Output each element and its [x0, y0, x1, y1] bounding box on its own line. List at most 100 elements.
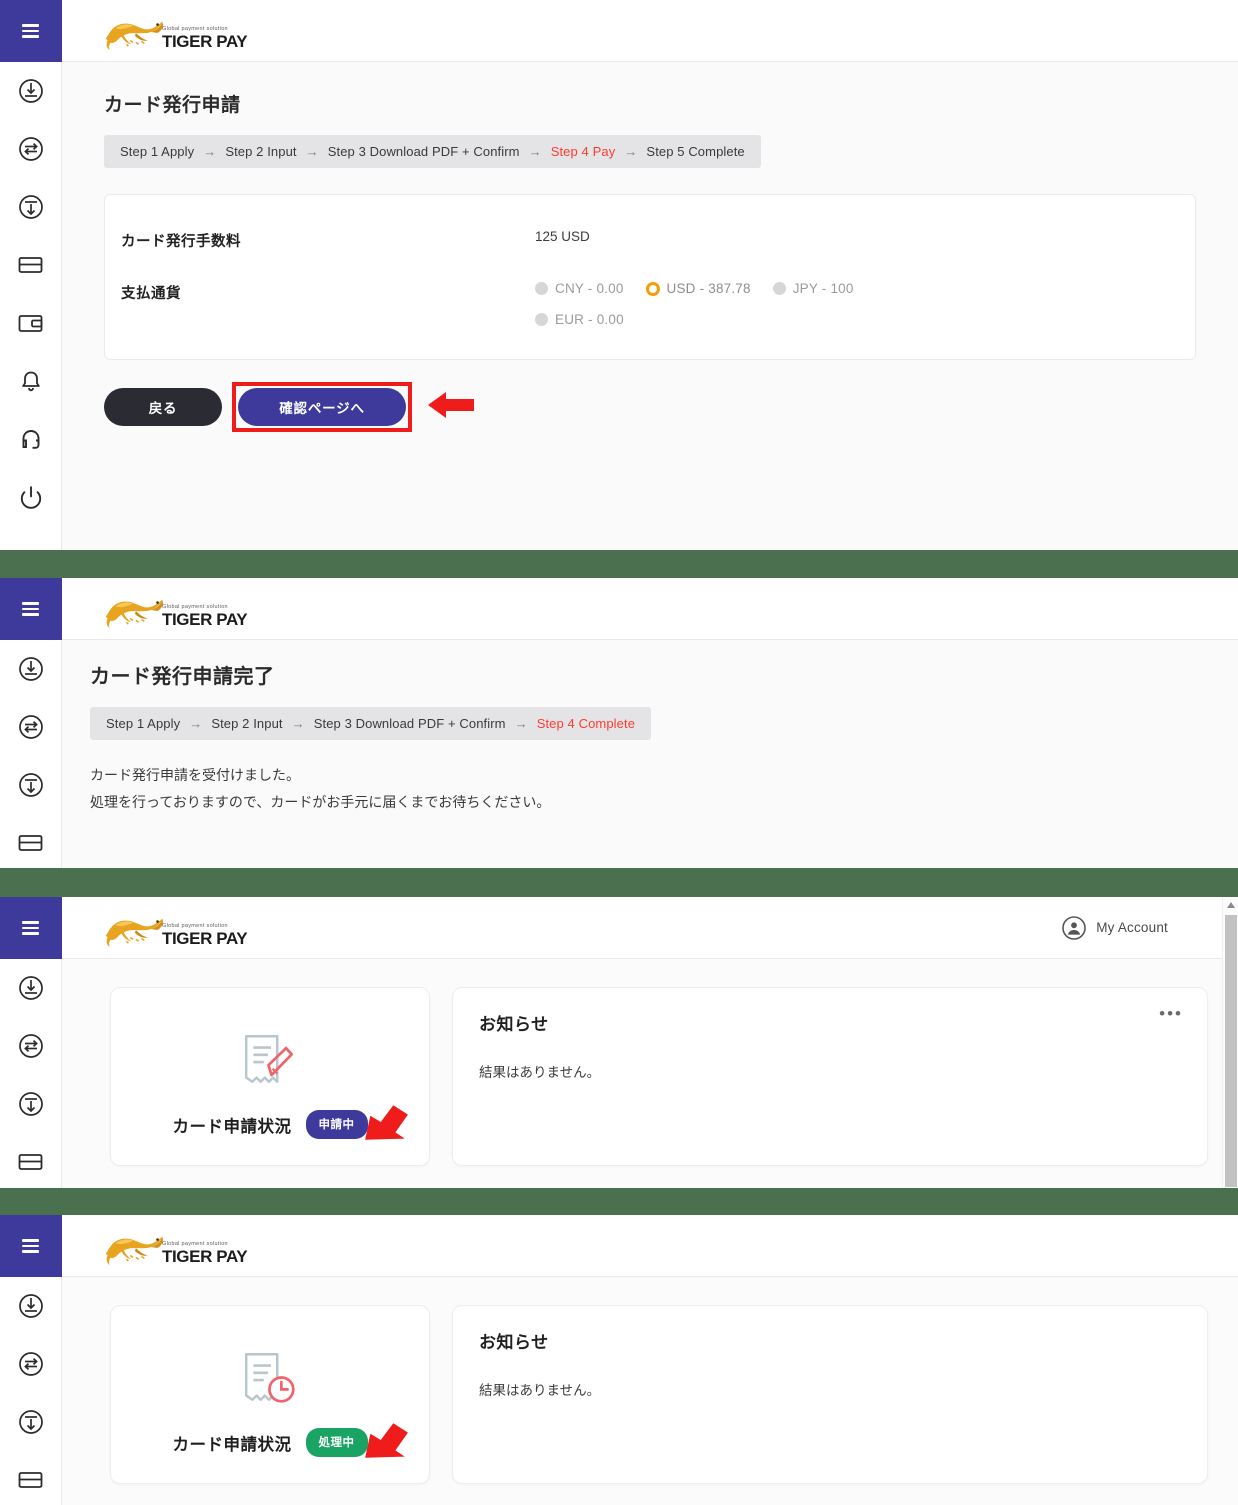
sidebar-item-withdraw[interactable]: [0, 1393, 62, 1451]
sidebar-item-deposit[interactable]: [0, 62, 62, 120]
sidebar-item-support[interactable]: [0, 410, 62, 468]
currency-option-label: JPY - 100: [792, 281, 854, 296]
sidebar-item-withdraw[interactable]: [0, 178, 62, 236]
brand-name: TIGER PAY: [162, 1246, 248, 1266]
step-label-current: Step 4 Pay: [550, 144, 616, 159]
topbar: Global payment solution TIGER PAY: [62, 1215, 1238, 1277]
topbar: Global payment solution TIGER PAY: [62, 578, 1238, 640]
sidebar: [0, 0, 62, 550]
hamburger-menu-icon[interactable]: [0, 578, 62, 640]
scroll-up-arrow-icon[interactable]: [1227, 902, 1235, 908]
completion-message: カード発行申請を受付けました。 処理を行っておりますので、カードがお手元に届くま…: [90, 762, 1238, 815]
brand-logo[interactable]: Global payment solution TIGER PAY: [102, 586, 248, 632]
panel-card-issue-payment: Global payment solution TIGER PAY カード発行申…: [0, 0, 1238, 550]
step-label: Step 5 Complete: [646, 144, 745, 159]
page-title: カード発行申請: [104, 95, 241, 116]
brand-logo[interactable]: Global payment solution TIGER PAY: [102, 8, 248, 54]
brand-logo[interactable]: Global payment solution TIGER PAY: [102, 905, 248, 951]
radio-dot-icon[interactable]: [772, 282, 786, 295]
completion-message-line2: 処理を行っておりますので、カードがお手元に届くまでお待ちください。: [90, 793, 551, 810]
document-clock-icon: [240, 1332, 300, 1424]
hamburger-menu-icon[interactable]: [0, 897, 62, 959]
sidebar: [0, 897, 62, 1188]
sidebar-item-exchange[interactable]: [0, 1335, 62, 1393]
sidebar-item-deposit[interactable]: [0, 640, 62, 698]
tiger-logo-icon: [105, 20, 164, 51]
sidebar-item-exchange[interactable]: [0, 698, 62, 756]
main-content: カード申請状況 処理中 お知らせ 結果はありません。: [62, 1277, 1238, 1505]
document-pencil-icon: [240, 1014, 300, 1106]
sidebar-item-card[interactable]: [0, 1451, 62, 1505]
brand-name: TIGER PAY: [162, 928, 248, 948]
step-label: Step 3 Download PDF + Confirm: [327, 144, 520, 159]
step-breadcrumb: Step 1 Apply → Step 2 Input → Step 3 Dow…: [104, 135, 761, 168]
main-content: カード申請状況 申請中 お知らせ ••• 結果はありません。: [62, 959, 1238, 1188]
back-button[interactable]: 戻る: [104, 388, 222, 426]
scrollbar-thumb[interactable]: [1225, 915, 1237, 1187]
step-arrow-icon: →: [624, 144, 638, 159]
notice-card: お知らせ 結果はありません。: [452, 1305, 1208, 1484]
topbar: Global payment solution TIGER PAY: [62, 0, 1238, 62]
confirm-button-highlight: 確認ページへ: [232, 382, 412, 432]
brand-logo[interactable]: Global payment solution TIGER PAY: [102, 1223, 248, 1269]
sidebar-item-logout[interactable]: [0, 468, 62, 526]
status-badge: 申請中: [305, 1110, 368, 1139]
notice-empty-text: 結果はありません。: [479, 1383, 601, 1398]
sidebar-item-deposit[interactable]: [0, 959, 62, 1017]
sidebar-item-card[interactable]: [0, 236, 62, 294]
sidebar-item-withdraw[interactable]: [0, 1075, 62, 1133]
hamburger-menu-icon[interactable]: [0, 0, 62, 62]
currency-option-label: CNY - 0.00: [555, 281, 624, 296]
sidebar-item-card[interactable]: [0, 814, 62, 868]
notice-empty-text: 結果はありません。: [479, 1065, 601, 1080]
step-label: Step 2 Input: [211, 716, 283, 731]
sidebar-item-card[interactable]: [0, 1133, 62, 1188]
tiger-logo-icon: [105, 1235, 164, 1266]
dashboard-tiles: カード申請状況 処理中 お知らせ 結果はありません。: [62, 1277, 1238, 1484]
notice-title: お知らせ: [479, 1015, 549, 1034]
sidebar-item-notifications[interactable]: [0, 352, 62, 410]
currency-row: 支払通貨 CNY - 0.00 USD - 387.78 JPY - 100 E…: [105, 281, 1195, 327]
step-arrow-icon: →: [528, 144, 542, 159]
status-badge: 処理中: [305, 1428, 368, 1457]
radio-dot-icon[interactable]: [535, 313, 548, 326]
sidebar-item-exchange[interactable]: [0, 1017, 62, 1075]
user-circle-icon: [1062, 915, 1087, 940]
radio-dot-selected-icon[interactable]: [645, 281, 660, 296]
brand-name: TIGER PAY: [162, 31, 248, 51]
currency-option-jpy[interactable]: JPY - 100: [772, 281, 854, 296]
hamburger-menu-icon[interactable]: [0, 1215, 62, 1277]
radio-dot-icon[interactable]: [535, 282, 548, 295]
fee-value: 125 USD: [535, 229, 590, 244]
topbar: Global payment solution TIGER PAY My Acc…: [62, 897, 1238, 959]
red-arrow-left-icon: [428, 390, 476, 425]
step-label-current: Step 4 Complete: [536, 716, 636, 731]
page-title: カード発行申請完了: [90, 666, 275, 688]
sidebar-item-wallet[interactable]: [0, 294, 62, 352]
sidebar-item-deposit[interactable]: [0, 1277, 62, 1335]
tiger-logo-icon: [105, 598, 164, 629]
step-arrow-icon: →: [514, 716, 528, 731]
step-arrow-icon: →: [305, 144, 319, 159]
my-account-label: My Account: [1096, 920, 1168, 935]
step-arrow-icon: →: [203, 144, 217, 159]
currency-option-cny[interactable]: CNY - 0.00: [535, 281, 624, 296]
step-label: Step 1 Apply: [106, 716, 181, 731]
panel-dashboard-processing: Global payment solution TIGER PAY カード申請状…: [0, 1215, 1238, 1505]
currency-label: 支払通貨: [121, 286, 181, 302]
currency-radio-group[interactable]: CNY - 0.00 USD - 387.78 JPY - 100 EUR - …: [535, 281, 955, 327]
sidebar: [0, 578, 62, 868]
notice-title: お知らせ: [479, 1333, 549, 1352]
card-status-title: カード申請状況: [172, 1435, 292, 1454]
sidebar-item-exchange[interactable]: [0, 120, 62, 178]
brand-name: TIGER PAY: [162, 609, 248, 629]
currency-option-usd[interactable]: USD - 387.78: [645, 281, 751, 296]
dashboard-tiles: カード申請状況 申請中 お知らせ ••• 結果はありません。: [62, 959, 1238, 1166]
notice-card: お知らせ ••• 結果はありません。: [452, 987, 1208, 1166]
my-account-button[interactable]: My Account: [1062, 915, 1220, 940]
vertical-scrollbar[interactable]: [1222, 897, 1238, 1188]
currency-option-eur[interactable]: EUR - 0.00: [535, 312, 624, 327]
sidebar-item-withdraw[interactable]: [0, 756, 62, 814]
panel-card-issue-complete: Global payment solution TIGER PAY カード発行申…: [0, 578, 1238, 868]
confirm-page-button[interactable]: 確認ページへ: [238, 388, 406, 426]
